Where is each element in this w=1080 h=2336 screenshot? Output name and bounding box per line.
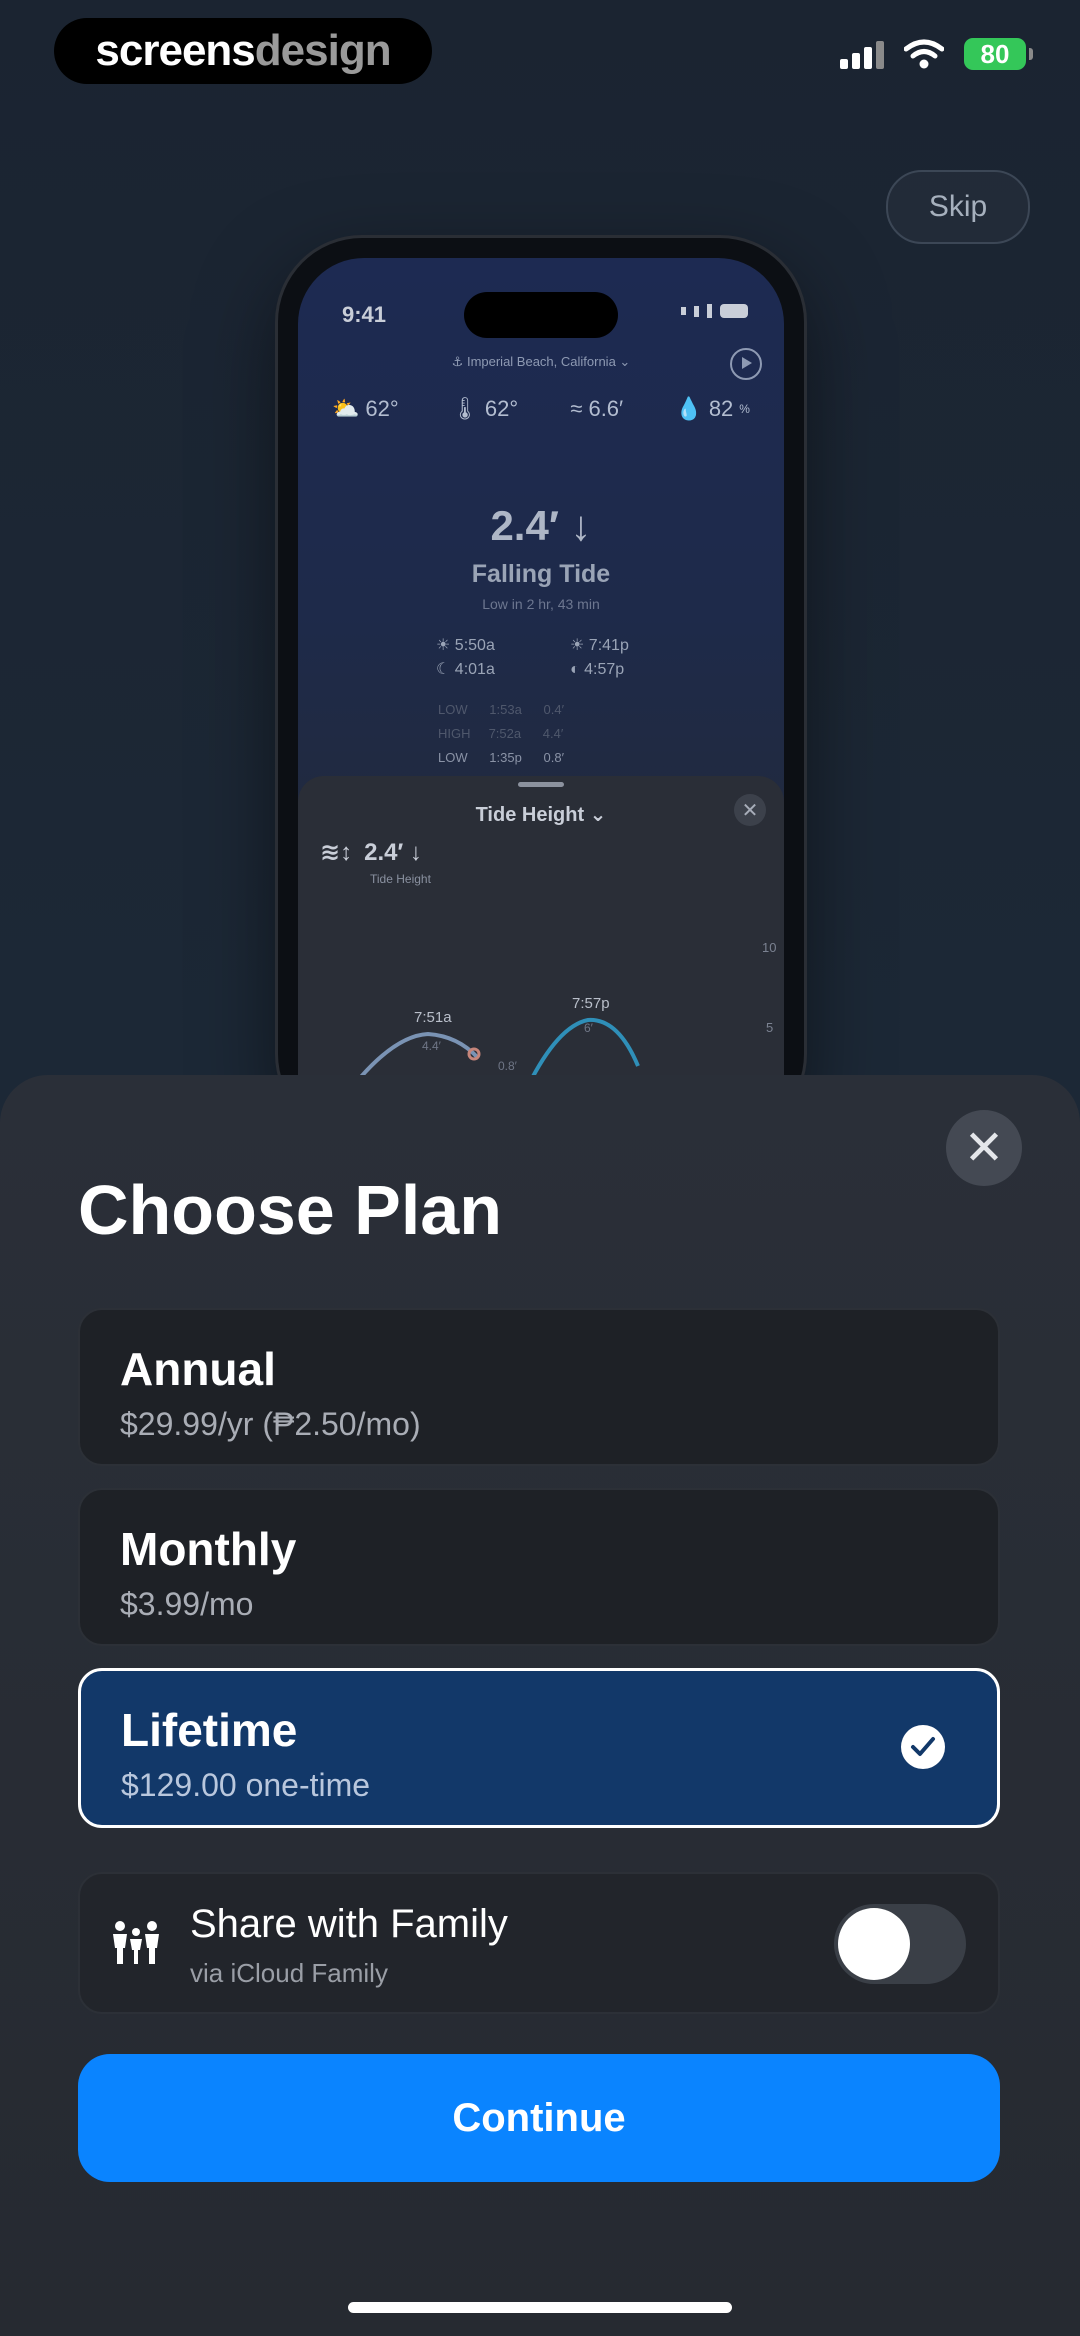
- tide-type: LOW: [438, 750, 468, 765]
- plan-price: $3.99/mo: [120, 1586, 254, 1622]
- preview-stats: ⛅ 62° 🌡 62° ≈6.6′ 💧 82%: [332, 396, 750, 422]
- close-button[interactable]: ✕: [946, 1110, 1022, 1186]
- logo-part-1: screens: [95, 26, 255, 75]
- moonrise-icon: ☾: [436, 661, 451, 678]
- preview-tide-table: LOW 1:53a 0.4′ HIGH 7:52a 4.4′ LOW 1:35p…: [438, 698, 564, 770]
- partly-cloudy-icon: ⛅: [332, 396, 360, 421]
- preview-sheet-title: Tide Height ⌄: [475, 804, 607, 826]
- play-icon: [730, 348, 762, 380]
- sunset-icon: ☀: [570, 637, 585, 654]
- plan-name: Monthly: [120, 1523, 297, 1575]
- share-with-family-row: Share with Family via iCloud Family: [78, 1872, 1000, 2014]
- preview-sunrise-moonrise: ☀ 5:50a ☾ 4:01a: [436, 634, 495, 682]
- trough-height: 0.8′: [498, 1059, 518, 1073]
- preview-tide-state: Falling Tide: [471, 560, 611, 588]
- humidity-stat: 💧 82%: [675, 396, 750, 422]
- stat-value: 82: [708, 396, 734, 421]
- screensdesign-logo: screens design: [54, 18, 432, 84]
- plan-price: $129.00 one-time: [121, 1767, 371, 1803]
- preview-location: ⚓ Imperial Beach, California ⌄: [451, 354, 631, 369]
- battery-level: 80: [980, 38, 1010, 69]
- status-indicators: 80: [840, 38, 1033, 70]
- plan-option-monthly[interactable]: Monthly $3.99/mo: [78, 1488, 1000, 1646]
- sunset-time: 7:41p: [588, 637, 629, 654]
- plan-option-annual[interactable]: Annual $29.99/yr (₱2.50/mo): [78, 1308, 1000, 1466]
- tide-height: 4.4′: [542, 726, 564, 741]
- wave-icon: ≈: [570, 396, 583, 421]
- app-preview-phone: 9:41 ⚓ Imperial Beach, California ⌄ ⛅ 62°…: [278, 238, 804, 1138]
- family-icon: [113, 1921, 159, 1964]
- tide-height: 0.8′: [543, 750, 565, 765]
- tide-row: HIGH 7:52a 4.4′: [438, 722, 564, 746]
- logo-part-2: design: [254, 26, 392, 75]
- tide-waves-icon: ≋↕: [320, 839, 353, 866]
- sunrise-row: ☀ 5:50a: [436, 634, 495, 658]
- close-icon: ✕: [963, 1122, 1005, 1175]
- preview-sheet-value: ≋↕ 2.4′ ↓: [320, 838, 422, 867]
- moonrise-row: ☾ 4:01a: [436, 658, 495, 682]
- stat-value: 62°: [484, 396, 519, 421]
- tide-type: HIGH: [438, 726, 471, 741]
- plan-name: Annual: [120, 1343, 276, 1395]
- y-tick-10: 10: [762, 940, 776, 955]
- sunrise-icon: ☀: [436, 637, 451, 654]
- skip-button[interactable]: Skip: [886, 170, 1030, 244]
- stat-unit: %: [739, 402, 750, 416]
- cellular-signal-icon: [840, 39, 884, 69]
- moonset-row: ◐ 4:57p: [570, 658, 629, 682]
- moonrise-time: 4:01a: [454, 661, 495, 678]
- sunrise-time: 5:50a: [454, 637, 495, 654]
- plan-price: $29.99/yr (₱2.50/mo): [120, 1406, 421, 1442]
- preview-status-icons: [681, 304, 748, 318]
- peak2-time: 7:57p: [572, 995, 610, 1012]
- wave-stat: ≈6.6′: [570, 396, 623, 422]
- preview-sunset-moonset: ☀ 7:41p ◐ 4:57p: [570, 634, 629, 682]
- thermometer-icon: 🌡: [450, 396, 479, 421]
- family-title: Share with Family: [190, 1902, 508, 1946]
- share-family-toggle[interactable]: [834, 1904, 966, 1984]
- tide-height: 0.4′: [543, 702, 565, 717]
- preview-tide-value: 2.4′ ↓: [490, 502, 592, 549]
- moonset-icon: ◐: [570, 661, 580, 678]
- toggle-knob: [838, 1908, 910, 1980]
- battery-icon: 80: [964, 38, 1033, 70]
- checkmark-icon: [901, 1725, 945, 1769]
- tide-time: 7:52a: [488, 726, 522, 741]
- sheet-handle: [518, 782, 564, 787]
- moonset-time: 4:57p: [584, 661, 625, 678]
- plan-name: Lifetime: [121, 1704, 298, 1756]
- preview-sheet-label: Tide Height: [370, 872, 431, 886]
- page-title: Choose Plan: [78, 1171, 502, 1249]
- sunset-row: ☀ 7:41p: [570, 634, 629, 658]
- preview-close-icon: ✕: [734, 794, 766, 826]
- tide-time: 1:35p: [489, 750, 522, 765]
- wifi-icon: [904, 39, 944, 69]
- tide-type: LOW: [438, 702, 468, 717]
- weather-stat: ⛅ 62°: [332, 396, 399, 422]
- home-indicator: [348, 2302, 732, 2313]
- location-text: Imperial Beach, California: [466, 354, 616, 369]
- stat-value: 62°: [365, 396, 399, 421]
- app-preview-screen: 9:41 ⚓ Imperial Beach, California ⌄ ⛅ 62°…: [298, 258, 784, 1138]
- peak1-time: 7:51a: [414, 1009, 452, 1026]
- tide-row: LOW 1:35p 0.8′: [438, 746, 564, 770]
- tide-row: LOW 1:53a 0.4′: [438, 698, 564, 722]
- sheet-value-text: 2.4′ ↓: [364, 838, 422, 866]
- plan-option-lifetime[interactable]: Lifetime $129.00 one-time: [78, 1668, 1000, 1828]
- y-tick-5: 5: [766, 1020, 773, 1035]
- tide-time: 1:53a: [489, 702, 522, 717]
- dynamic-island: [464, 292, 618, 338]
- temperature-stat: 🌡 62°: [451, 396, 518, 422]
- humidity-icon: 💧: [675, 396, 703, 421]
- continue-button[interactable]: Continue: [78, 2054, 1000, 2182]
- preview-time: 9:41: [342, 302, 387, 327]
- peak2-height: 6′: [584, 1021, 594, 1035]
- family-subtitle: via iCloud Family: [190, 1958, 388, 1988]
- stat-value: 6.6′: [588, 396, 624, 421]
- preview-tide-next: Low in 2 hr, 43 min: [482, 596, 600, 612]
- peak1-height: 4.4′: [422, 1039, 442, 1053]
